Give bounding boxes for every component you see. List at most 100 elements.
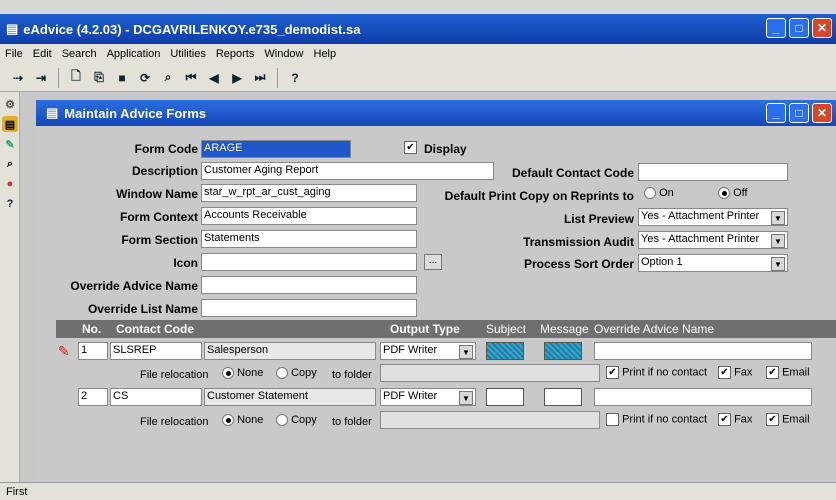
maximize-button[interactable]: □ [789,18,809,38]
refresh-icon[interactable]: ⟳ [135,68,155,88]
app-icon: ▤ [6,21,19,36]
menu-edit[interactable]: Edit [28,48,57,60]
print-copy-on-radio[interactable]: On [644,187,674,200]
print-if-no-contact-checkbox[interactable]: Print if no contact [606,413,707,426]
fax-checkbox[interactable]: ✔ Fax [718,366,752,379]
status-bar: First [0,482,836,500]
menu-reports[interactable]: Reports [211,48,260,60]
form-section-field[interactable]: Statements [201,230,417,248]
override-list-field[interactable] [201,299,417,317]
subject-button[interactable] [486,388,524,406]
window-name-field[interactable]: star_w_rpt_ar_cust_aging [201,184,417,202]
transmission-audit-select[interactable]: Yes - Attachment Printer ▼ [638,231,788,249]
menu-help[interactable]: Help [309,48,342,60]
palette-icon[interactable]: ● [2,176,18,192]
row-contact-code[interactable]: CS [110,388,202,406]
menu-file[interactable]: File [0,48,28,60]
form-code-field[interactable]: ARAGE [201,140,351,158]
maximize-button[interactable]: □ [789,103,809,123]
fax-checkbox[interactable]: ✔ Fax [718,413,752,426]
none-label: None [237,414,264,426]
close-button[interactable]: ✕ [812,103,832,123]
email-checkbox[interactable]: ✔ Email [766,366,810,379]
form-section-label: Form Section [121,233,198,247]
message-button[interactable] [544,342,582,360]
help-icon[interactable]: ? [2,196,18,212]
reloc-none-radio[interactable]: None [222,367,263,380]
email-checkbox[interactable]: ✔ Email [766,413,810,426]
file-relocation-label: File relocation [140,369,209,381]
display-checkbox[interactable]: ✔ [404,141,417,154]
menu-utilities[interactable]: Utilities [165,48,210,60]
sort-order-label: Process Sort Order [523,257,634,271]
form-context-field[interactable]: Accounts Receivable [201,207,417,225]
icon-browse-button[interactable]: ... [424,254,442,270]
override-advice-field[interactable] [201,276,417,294]
help-icon[interactable]: ? [285,68,305,88]
menu-application[interactable]: Application [102,48,166,60]
first-record-icon[interactable]: ⏮ [181,68,201,88]
col-contact-code: Contact Code [116,322,194,336]
row-contact-code[interactable]: SLSREP [110,342,202,360]
form-code-label: Form Code [134,142,198,156]
message-button[interactable] [544,388,582,406]
close-button[interactable]: ✕ [812,18,832,38]
col-message: Message [540,322,589,336]
menu-window[interactable]: Window [259,48,308,60]
description-field[interactable]: Customer Aging Report [201,162,494,180]
off-label: Off [733,187,748,199]
search-icon[interactable]: ⌕ [158,68,178,88]
list-preview-select[interactable]: Yes - Attachment Printer ▼ [638,208,788,226]
icon-field[interactable] [201,253,417,271]
minimize-button[interactable]: _ [766,18,786,38]
row-override-field[interactable] [594,342,812,360]
database-icon[interactable]: ▤ [2,116,18,132]
col-subject: Subject [486,322,527,336]
row-output-select[interactable]: PDF Writer ▼ [380,388,476,406]
subject-button[interactable] [486,342,524,360]
save-icon[interactable]: ■ [112,68,132,88]
copy-label: Copy [291,367,317,379]
transmission-value: Yes - Attachment Printer [641,233,760,245]
reloc-copy-radio[interactable]: Copy [276,414,317,427]
transmission-audit-label: Transmission Audit [523,235,634,249]
col-output-type: Output Type [390,322,460,336]
reloc-none-radio[interactable]: None [222,414,264,427]
print-copy-off-radio[interactable]: Off [718,187,748,200]
magnify-icon[interactable]: ⌕ [2,156,18,172]
row-no[interactable]: 2 [78,388,108,406]
default-contact-field[interactable] [638,163,788,181]
row-output-select[interactable]: PDF Writer ▼ [380,342,476,360]
minimize-button[interactable]: _ [766,103,786,123]
print-if-label: Print if no contact [622,366,708,379]
exit-icon[interactable]: ⇥ [31,68,51,88]
reloc-copy-radio[interactable]: Copy [276,367,317,380]
print-if-no-contact-checkbox[interactable]: ✔ Print if no contact [606,366,707,379]
list-preview-value: Yes - Attachment Printer [641,210,760,222]
fax-label: Fax [734,366,753,379]
window-icon: ▤ [46,105,59,120]
last-record-icon[interactable]: ⏭ [250,68,270,88]
left-toolbar: ⚙ ▤ ✎ ⌕ ● ? [0,92,20,482]
folder-field[interactable] [380,364,600,382]
inner-title: Maintain Advice Forms [64,105,207,121]
next-record-icon[interactable]: ▶ [227,68,247,88]
menu-search[interactable]: Search [57,48,102,60]
enter-icon[interactable]: ⇢ [8,68,28,88]
form-context-label: Form Context [120,210,198,224]
copy-icon[interactable]: ⎘ [89,68,109,88]
folder-field[interactable] [380,411,600,429]
icon-label: Icon [173,256,198,270]
print-if-label: Print if no contact [622,413,708,426]
fax-label: Fax [734,413,753,426]
sort-order-select[interactable]: Option 1 ▼ [638,254,788,272]
tools-icon[interactable]: ⚙ [2,96,18,112]
row-override-field[interactable] [594,388,812,406]
row-output-value: PDF Writer [383,390,438,402]
new-icon[interactable]: 🗋 [66,68,86,88]
prev-record-icon[interactable]: ◀ [204,68,224,88]
grid-header: No. Contact Code Output Type Subject Mes… [56,320,836,338]
row-no[interactable]: 1 [78,342,108,360]
edit-icon[interactable]: ✎ [2,136,18,152]
default-contact-label: Default Contact Code [511,166,634,180]
